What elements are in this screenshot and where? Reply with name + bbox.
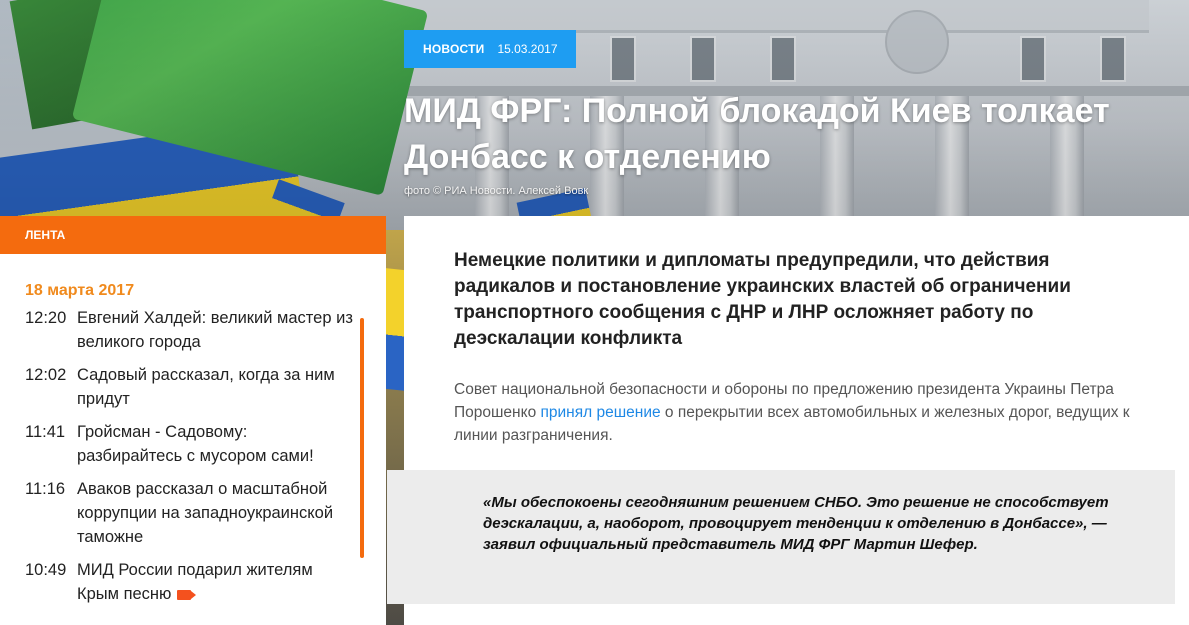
category-label[interactable]: НОВОСТИ [423,42,484,56]
feed-header[interactable]: ЛЕНТА [0,216,386,254]
feed-date: 18 марта 2017 [25,282,135,299]
feed-body: 18 марта 2017 12:20 Евгений Халдей: вели… [0,254,386,606]
feed-item-time: 12:02 [25,366,67,384]
quote-text: «Мы обеспокоены сегодняшним решением СНБ… [483,494,1109,553]
feed-item-time: 11:41 [25,423,66,441]
news-feed: ЛЕНТА 18 марта 2017 12:20 Евгений Халдей… [0,216,386,625]
feed-item-title[interactable]: Евгений Халдей: великий мастер из велико… [77,306,355,354]
feed-scrollbar[interactable] [360,318,364,558]
feed-item[interactable]: 12:02 Садовый рассказал, когда за ним пр… [25,363,355,411]
publish-date: 15.03.2017 [497,42,558,56]
decision-link[interactable]: принял решение [541,404,661,421]
article-lead: Немецкие политики и дипломаты предупреди… [454,250,1071,349]
video-icon [177,589,197,600]
feed-item[interactable]: 12:20 Евгений Халдей: великий мастер из … [25,306,355,354]
feed-item-time: 10:49 [25,561,67,579]
feed-item-time: 12:20 [25,309,67,327]
feed-item-time: 11:16 [25,480,66,498]
feed-item[interactable]: 11:16 Аваков рассказал о масштабной корр… [25,477,355,549]
feed-list: 12:20 Евгений Халдей: великий мастер из … [25,306,355,606]
feed-item-title[interactable]: Аваков рассказал о масштабной коррупции … [77,477,355,549]
feed-item-title-wrap[interactable]: МИД России подарил жителям Крым песню [77,558,355,606]
photo-credit: фото © РИА Новости. Алексей Вовк [404,185,589,197]
category-badge[interactable]: НОВОСТИ 15.03.2017 [404,30,576,68]
feed-item[interactable]: 11:41 Гройсман - Садовому: разбирайтесь … [25,420,355,468]
feed-item-title[interactable]: Гройсман - Садовому: разбирайтесь с мусо… [77,420,355,468]
feed-item[interactable]: 10:49 МИД России подарил жителям Крым пе… [25,558,355,606]
feed-item-title[interactable]: Садовый рассказал, когда за ним придут [77,363,355,411]
article-headline: МИД ФРГ: Полной блокадой Киев толкает До… [404,92,1110,176]
quote-block: «Мы обеспокоены сегодняшним решением СНБ… [387,470,1175,604]
article-paragraph: Совет национальной безопасности и оборон… [454,378,1144,447]
